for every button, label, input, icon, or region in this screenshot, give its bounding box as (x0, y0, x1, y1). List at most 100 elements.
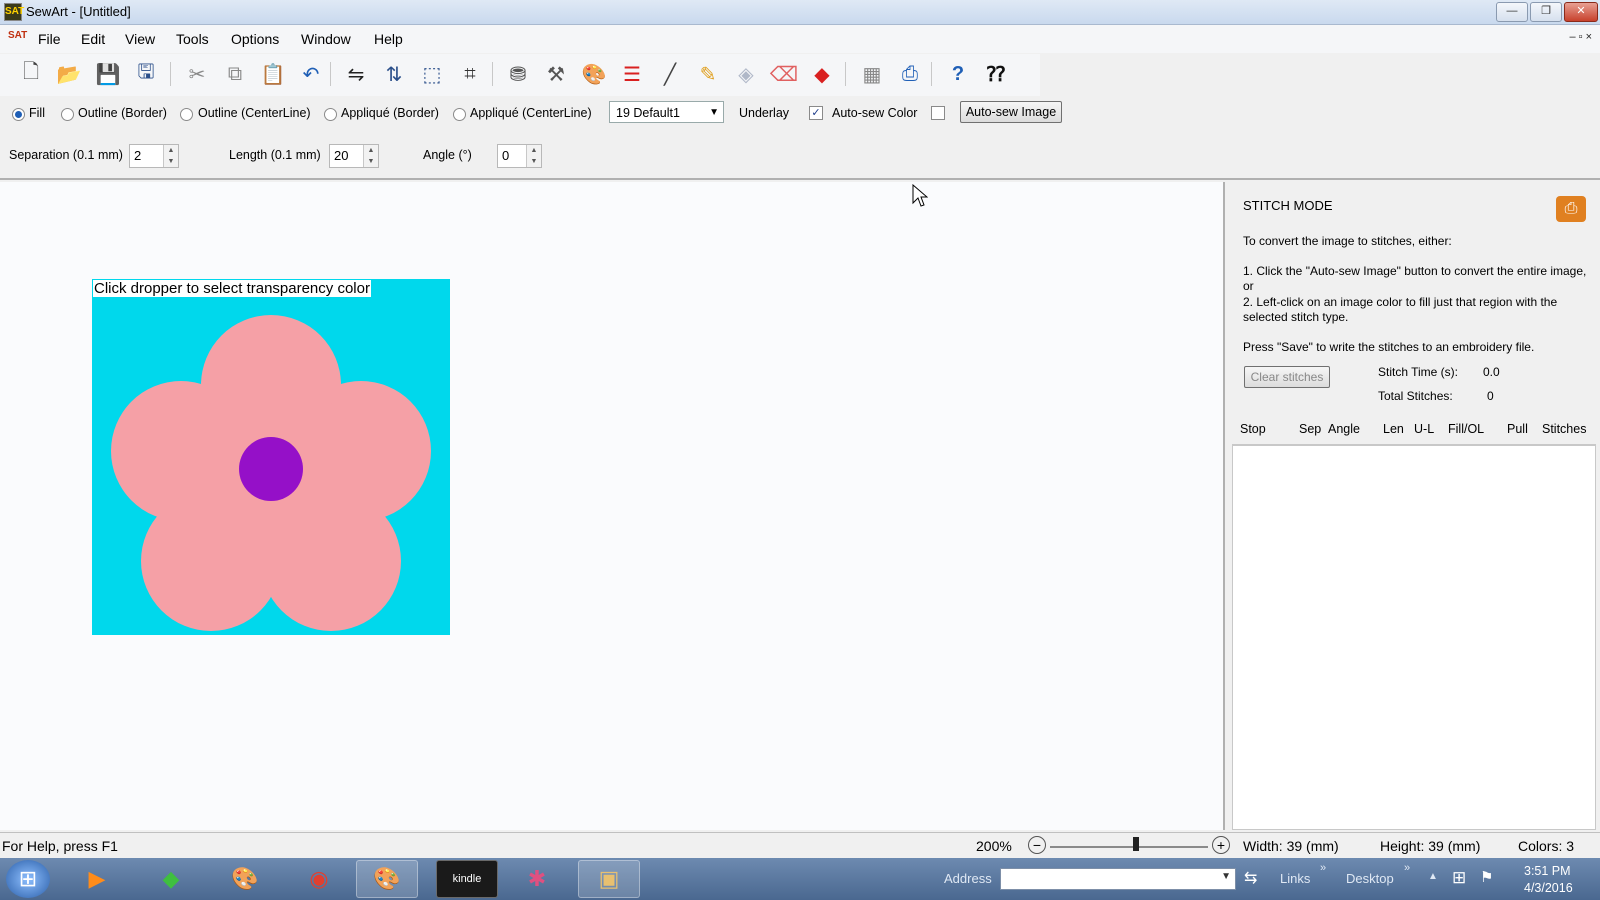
tools-icon[interactable]: ⚒ (542, 60, 570, 88)
copy-icon[interactable]: ⧉ (221, 60, 249, 88)
sewing-machine-icon[interactable]: ⎙ (896, 60, 924, 88)
toolbar-separator (845, 62, 846, 86)
col-fill-ol[interactable]: Fill/OL (1448, 422, 1484, 436)
undo-icon[interactable]: ↶ (297, 60, 325, 88)
menu-edit[interactable]: Edit (81, 31, 105, 47)
palette-icon[interactable]: 🎨 (580, 60, 608, 88)
spin-arrows-icon[interactable]: ▲ ▼ (526, 145, 541, 167)
minimize-button[interactable]: — (1496, 2, 1528, 22)
spin-arrows-icon[interactable]: ▲ ▼ (163, 145, 178, 167)
autosew-image-button[interactable]: Auto-sew Image (960, 101, 1062, 123)
color-list-icon[interactable]: ☰ (618, 60, 646, 88)
image-width: Width: 39 (mm) (1243, 838, 1339, 854)
fill-icon[interactable]: ◈ (732, 60, 760, 88)
save-as-icon[interactable]: 🖫 (132, 60, 160, 88)
pen-icon[interactable]: ╱ (656, 60, 684, 88)
help-icon[interactable]: ? (944, 60, 972, 88)
action-center-icon[interactable]: ⚑ (1480, 868, 1493, 886)
col-ul[interactable]: U-L (1414, 422, 1434, 436)
eraser-icon[interactable]: ⌫ (770, 60, 798, 88)
mirror-horizontal-icon[interactable]: ⇋ (342, 60, 370, 88)
zoom-out-icon[interactable]: − (1028, 836, 1046, 854)
separation-spinner[interactable]: 2 ▲ ▼ (129, 144, 179, 168)
col-stitches[interactable]: Stitches (1542, 422, 1586, 436)
cut-icon[interactable]: ✂ (183, 60, 211, 88)
menu-file[interactable]: File (38, 31, 61, 47)
zoom-in-icon[interactable]: + (1212, 836, 1230, 854)
angle-spinner[interactable]: 0 ▲ ▼ (497, 144, 542, 168)
spin-arrows-icon[interactable]: ▲ ▼ (363, 145, 378, 167)
clear-stitches-button[interactable]: Clear stitches (1244, 366, 1330, 388)
close-button[interactable]: ✕ (1564, 2, 1598, 22)
zoom-slider-track[interactable] (1050, 846, 1208, 848)
menu-help[interactable]: Help (374, 31, 403, 47)
col-stop[interactable]: Stop (1240, 422, 1266, 436)
panel-title: STITCH MODE (1243, 198, 1333, 213)
save-icon[interactable]: 💾 (94, 60, 122, 88)
chrome-icon[interactable]: ◉ (288, 860, 350, 898)
paste-icon[interactable]: 📋 (259, 60, 287, 88)
sewart-icon[interactable]: 🎨 (356, 860, 418, 898)
status-bar: For Help, press F1 200% − + Width: 39 (m… (0, 832, 1600, 859)
col-pull[interactable]: Pull (1507, 422, 1528, 436)
underlay-checkbox[interactable] (931, 106, 945, 120)
applique-centerline-radio[interactable] (453, 108, 466, 121)
menu-tools[interactable]: Tools (176, 31, 209, 47)
flower-image[interactable] (92, 279, 450, 635)
tray-expand-icon[interactable]: ▲ (1428, 871, 1438, 882)
zoom-slider-thumb[interactable] (1133, 837, 1139, 851)
col-sep[interactable]: Sep (1299, 422, 1321, 436)
applique-border-radio[interactable] (324, 108, 337, 121)
col-len[interactable]: Len (1383, 422, 1404, 436)
menu-options[interactable]: Options (231, 31, 279, 47)
links-label[interactable]: Links (1280, 871, 1310, 886)
chevron-down-icon[interactable]: ▼ (1221, 871, 1231, 882)
pencil-icon[interactable]: ✎ (694, 60, 722, 88)
new-icon[interactable]: 🗋 (17, 60, 45, 88)
start-button[interactable]: ⊞ (6, 860, 50, 898)
paint-icon[interactable]: 🎨 (214, 860, 276, 898)
menu-window[interactable]: Window (301, 31, 351, 47)
go-arrow-icon[interactable]: ⇆ (1244, 868, 1257, 888)
menu-view[interactable]: View (125, 31, 155, 47)
open-icon[interactable]: 📂 (55, 60, 83, 88)
address-input[interactable]: ▼ (1000, 868, 1236, 890)
sims-icon[interactable]: ◆ (140, 860, 202, 898)
stitch-list[interactable] (1232, 445, 1596, 830)
length-value: 20 (334, 148, 349, 163)
clock-date[interactable]: 4/3/2016 (1524, 881, 1573, 895)
restore-button[interactable]: ❐ (1530, 2, 1562, 22)
outline-centerline-radio[interactable] (180, 108, 193, 121)
stamp-icon[interactable]: ⛃ (504, 60, 532, 88)
context-help-icon[interactable]: ⁇ (982, 60, 1010, 88)
autosew-color-checkbox[interactable]: ✓ (809, 106, 823, 120)
outline-border-radio[interactable] (61, 108, 74, 121)
image-canvas[interactable]: Click dropper to select transparency col… (0, 182, 1225, 830)
picasa-icon[interactable]: ✱ (506, 860, 568, 898)
grid-icon[interactable]: ▦ (858, 60, 886, 88)
col-angle[interactable]: Angle (1328, 422, 1360, 436)
separation-value: 2 (134, 148, 142, 163)
thread-chart-select[interactable]: 19 Default1 ▼ (609, 101, 724, 123)
kindle-icon[interactable]: kindle (436, 860, 498, 898)
shapes-icon[interactable]: ◆ (808, 60, 836, 88)
separation-label: Separation (0.1 mm) (9, 148, 123, 162)
fill-radio[interactable] (12, 108, 25, 121)
windows-flag-icon[interactable]: ⊞ (1452, 868, 1466, 888)
clock-time[interactable]: 3:51 PM (1524, 864, 1571, 878)
address-label: Address (944, 871, 992, 886)
document-icon[interactable]: SAT (8, 30, 27, 41)
applique-border-label: Appliqué (Border) (341, 106, 439, 120)
desktop-chevron-icon[interactable]: » (1404, 862, 1410, 874)
length-spinner[interactable]: 20 ▲ ▼ (329, 144, 379, 168)
sewing-machine-icon: ⎙ (1556, 196, 1586, 222)
photo-viewer-icon[interactable]: ▣ (578, 860, 640, 898)
media-player-icon[interactable]: ▶ (66, 860, 128, 898)
crop-icon[interactable]: ⌗ (456, 60, 484, 88)
desktop-label[interactable]: Desktop (1346, 871, 1394, 886)
links-chevron-icon[interactable]: » (1320, 862, 1326, 874)
resize-icon[interactable]: ⬚ (418, 60, 446, 88)
mirror-vertical-icon[interactable]: ⇅ (380, 60, 408, 88)
zoom-level: 200% (976, 838, 1012, 854)
mdi-window-controls[interactable]: – ▫ × (1569, 31, 1592, 43)
